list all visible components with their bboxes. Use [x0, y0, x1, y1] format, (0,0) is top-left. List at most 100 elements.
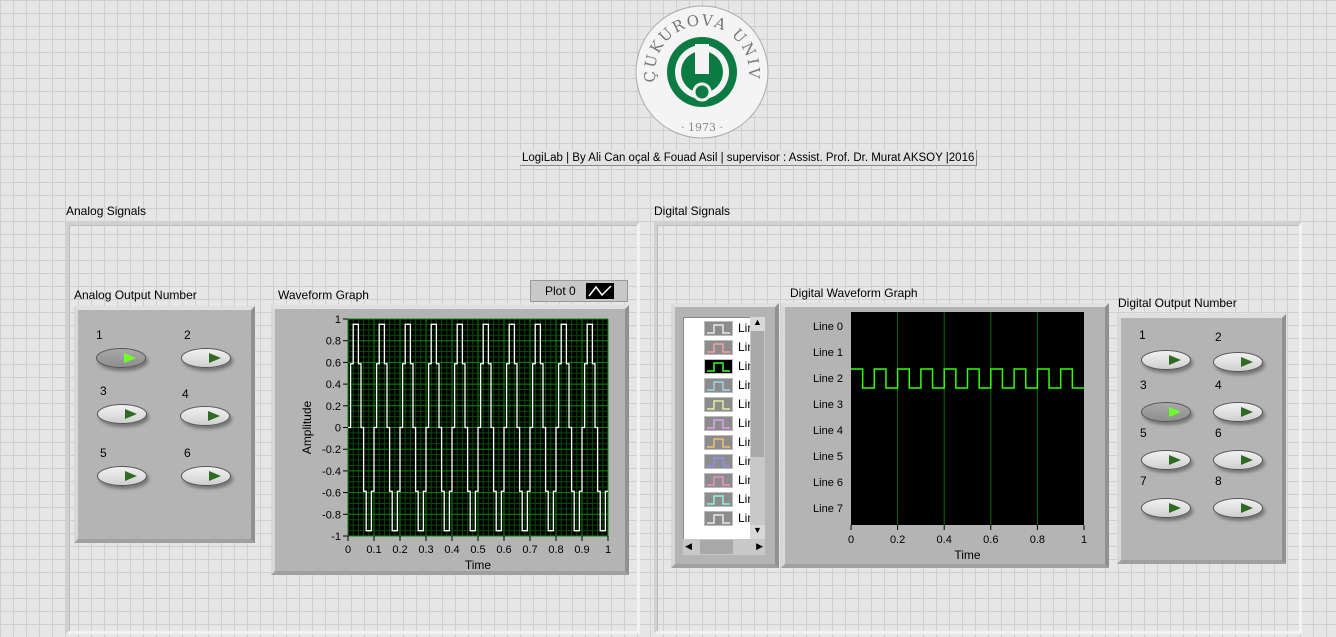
- digital-button-label: 3: [1140, 378, 1147, 392]
- plot-area: [851, 312, 1084, 525]
- line-label: Line 1: [813, 347, 843, 359]
- x-tick-label: 0.8: [1030, 534, 1045, 546]
- analog-button-label: 4: [182, 387, 189, 401]
- y-tick-label: 0.6: [326, 357, 341, 369]
- scroll-down-icon[interactable]: ▼: [750, 525, 765, 539]
- analog-button-label: 2: [184, 328, 191, 342]
- analog-button-label: 5: [100, 446, 107, 460]
- line-style-icon: [704, 453, 733, 469]
- analog-button-label: 6: [184, 446, 191, 460]
- line-list-item[interactable]: Lin: [704, 320, 754, 336]
- svg-text:· 1973 ·: · 1973 ·: [681, 121, 723, 134]
- digital-output-button-8[interactable]: [1213, 498, 1263, 518]
- vertical-scrollbar[interactable]: ▲ ▼: [750, 317, 765, 539]
- digital-button-label: 8: [1215, 474, 1222, 488]
- led-arrow-icon: [209, 353, 221, 363]
- digital-output-label: Digital Output Number: [1118, 296, 1237, 310]
- scroll-up-icon[interactable]: ▲: [750, 317, 765, 331]
- digital-button-label: 6: [1215, 426, 1222, 440]
- scroll-thumb[interactable]: [751, 331, 764, 457]
- line-style-icon: [704, 377, 733, 393]
- x-tick-label: 0.5: [470, 544, 485, 556]
- line-list-item[interactable]: Lin: [704, 510, 754, 526]
- digital-output-button-5[interactable]: [1141, 450, 1191, 470]
- line-list-item[interactable]: Lin: [704, 396, 754, 412]
- line-list-item[interactable]: Lin: [704, 358, 754, 374]
- y-axis-label: Amplitude: [300, 401, 314, 455]
- analog-button-label: 3: [100, 384, 107, 398]
- y-tick-label: -0.8: [322, 509, 341, 521]
- digital-output-button-3[interactable]: [1141, 402, 1191, 422]
- line-list-item[interactable]: Lin: [704, 415, 754, 431]
- led-arrow-icon: [125, 471, 137, 481]
- scroll-left-icon[interactable]: ◀: [685, 541, 692, 552]
- line-label: Line 2: [813, 373, 843, 385]
- digital-output-button-7[interactable]: [1141, 498, 1191, 518]
- y-tick-label: -0.2: [322, 444, 341, 456]
- digital-button-label: 4: [1215, 378, 1222, 392]
- digital-output-button-1[interactable]: [1141, 350, 1191, 370]
- digital-output-button-4[interactable]: [1213, 402, 1263, 422]
- x-axis-label: Time: [465, 558, 492, 571]
- digital-output-button-6[interactable]: [1213, 450, 1263, 470]
- led-arrow-icon: [1241, 503, 1253, 513]
- y-tick-label: -0.4: [322, 466, 341, 478]
- x-tick-label: 0.2: [392, 544, 407, 556]
- line-style-icon: [704, 358, 733, 374]
- line-list-item[interactable]: Lin: [704, 339, 754, 355]
- scroll-right-icon[interactable]: ▶: [756, 541, 763, 552]
- x-tick-label: 0.6: [983, 534, 998, 546]
- x-tick-label: 0.4: [937, 534, 952, 546]
- x-tick-label: 0.1: [366, 544, 381, 556]
- horizontal-scrollbar[interactable]: ◀ ▶: [683, 539, 765, 555]
- line-list-item[interactable]: Lin: [704, 453, 754, 469]
- line-list-item[interactable]: Lin: [704, 377, 754, 393]
- analog-signals-label: Analog Signals: [66, 204, 147, 218]
- digital-waveform-graph: 0 0.2 0.4 0.6 0.8 1 Time Line 0 Line 1 Line 2 Line…: [781, 303, 1109, 568]
- digital-plot: 0 0.2 0.4 0.6 0.8 1 Time Line 0 Line 1 Line 2 Line…: [813, 312, 1087, 562]
- line-style-icon: [704, 415, 733, 431]
- analog-output-button-6[interactable]: [181, 466, 231, 486]
- led-arrow-icon: [124, 353, 136, 363]
- credit-text: LogiLab | By Ali Can oçal & Fouad Asil |…: [520, 150, 978, 166]
- x-tick-label: 0.7: [522, 544, 537, 556]
- digital-button-label: 5: [1140, 426, 1147, 440]
- led-arrow-icon: [1241, 407, 1253, 417]
- y-tick-label: 0.8: [326, 336, 341, 348]
- analog-output-button-3[interactable]: [97, 404, 147, 424]
- analog-output-cluster: 1 2 3 4 5 6: [74, 306, 255, 543]
- line-list-item[interactable]: Lin: [704, 472, 754, 488]
- plot-legend-list: Lin Lin Lin Lin Lin Lin Lin Lin Lin Lin Lin ▲ ▼ ◀ …: [671, 303, 779, 568]
- line-style-icon: [704, 472, 733, 488]
- digital-button-label: 2: [1215, 330, 1222, 344]
- legend-label: Plot 0: [545, 284, 576, 298]
- h-scroll-thumb[interactable]: [700, 540, 733, 554]
- x-tick-label: 0.8: [548, 544, 563, 556]
- line-label: Line 4: [813, 425, 843, 437]
- digital-signals-label: Digital Signals: [654, 204, 731, 218]
- x-axis-label: Time: [954, 548, 981, 562]
- line-list-item[interactable]: Lin: [704, 491, 754, 507]
- line-style-icon: [704, 396, 733, 412]
- digital-button-label: 1: [1139, 328, 1146, 342]
- digital-output-button-2[interactable]: [1213, 352, 1263, 372]
- line-style-icon: [704, 434, 733, 450]
- analog-output-button-4[interactable]: [180, 406, 230, 426]
- analog-output-button-1[interactable]: [96, 348, 146, 368]
- plot-legend[interactable]: Plot 0: [530, 280, 628, 302]
- analog-output-button-5[interactable]: [97, 466, 147, 486]
- line-style-icon: [704, 491, 733, 507]
- analog-output-button-2[interactable]: [181, 348, 231, 368]
- university-logo: ÇUKUROVA UNIVERSITY · 1973 ·: [627, 0, 770, 140]
- line-label: Line 7: [813, 503, 843, 515]
- x-tick-label: 0: [848, 534, 854, 546]
- x-tick-label: 0.2: [890, 534, 905, 546]
- y-tick-label: 0.2: [326, 401, 341, 413]
- y-tick-label: 0: [335, 423, 341, 435]
- led-arrow-icon: [1241, 455, 1253, 465]
- line-style-icon: [704, 339, 733, 355]
- x-tick-label: 0: [345, 544, 351, 556]
- line-list-item[interactable]: Lin: [704, 434, 754, 450]
- led-arrow-icon: [209, 471, 221, 481]
- y-tick-label: 0.4: [326, 379, 341, 391]
